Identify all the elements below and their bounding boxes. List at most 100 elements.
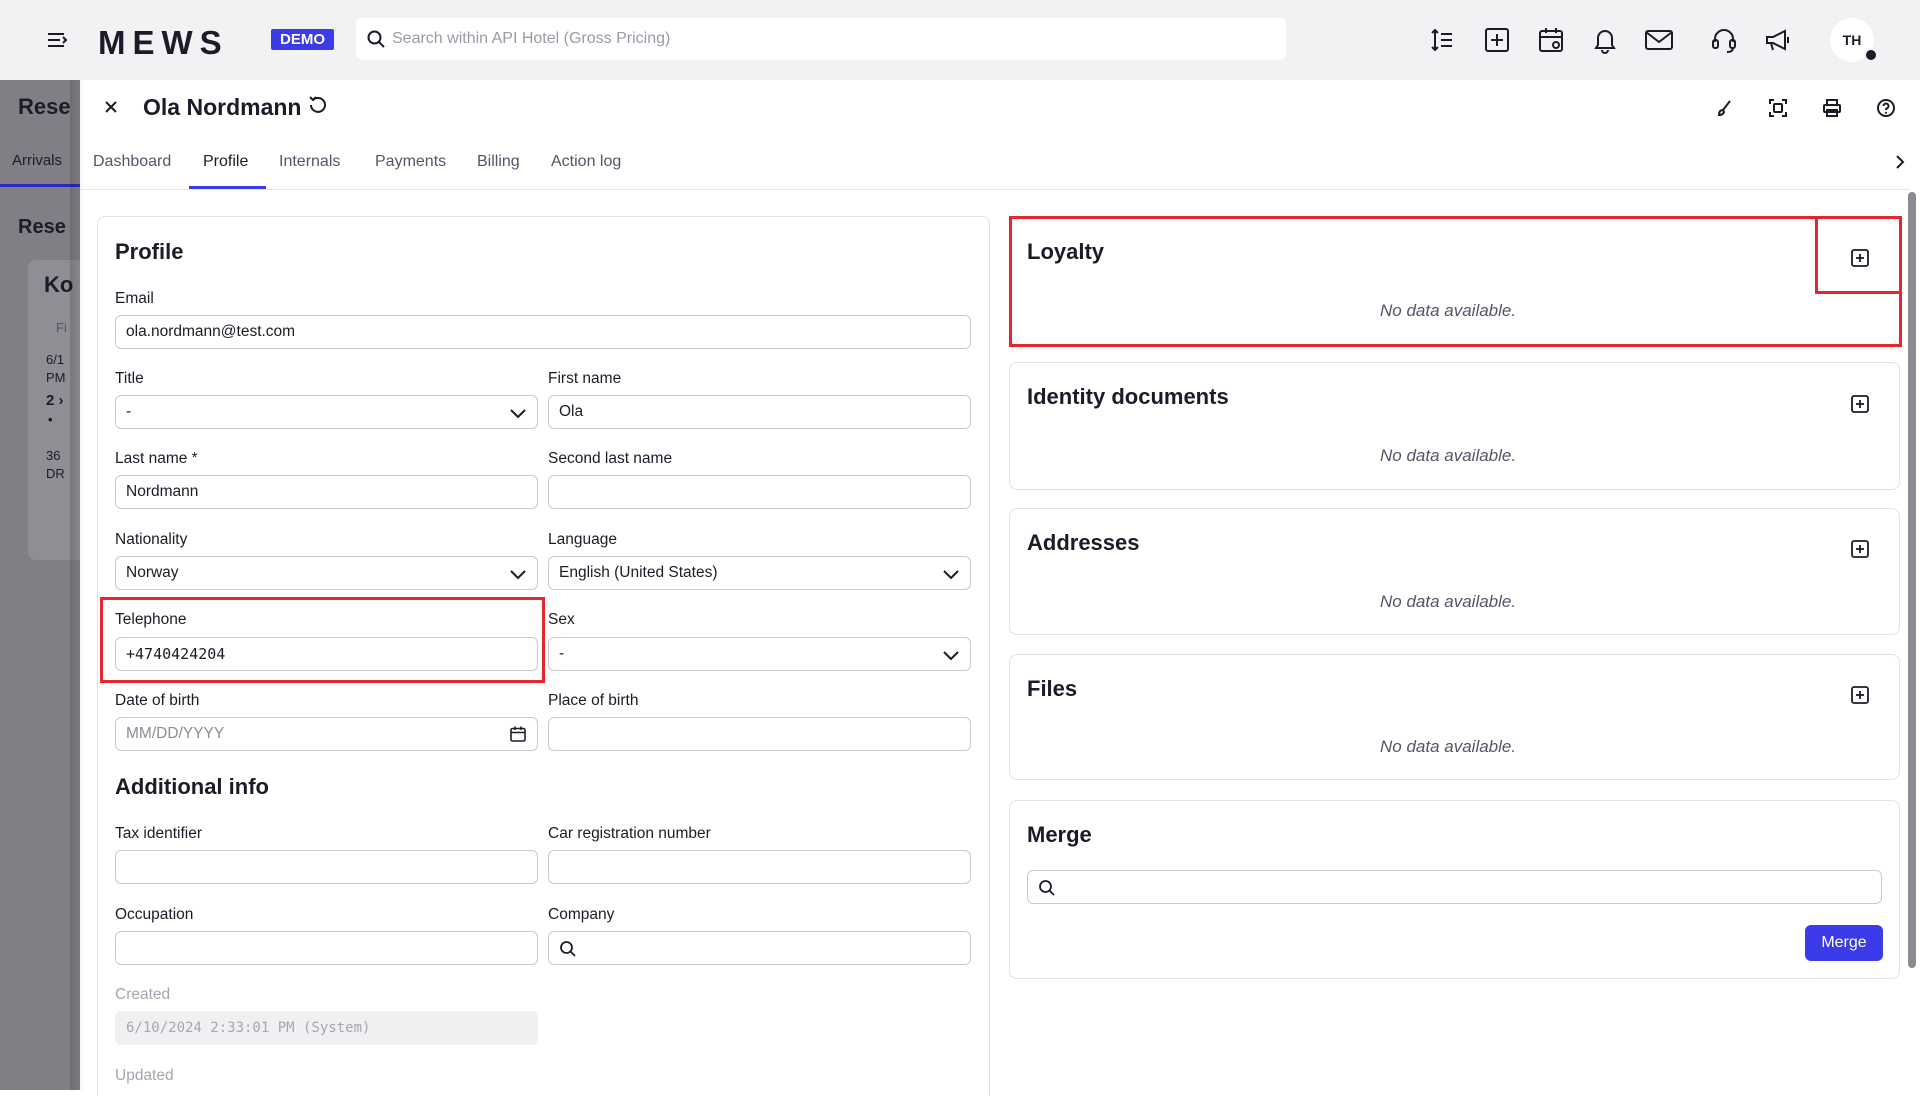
nationality-select-value: Norway [126, 564, 179, 581]
email-label: Email [115, 290, 154, 307]
chevron-down-icon [943, 651, 959, 661]
profile-section-title: Profile [115, 239, 184, 264]
sex-select-value: - [559, 645, 565, 662]
line-spacing-icon[interactable] [1426, 24, 1458, 56]
bg-card-line: 6/1 [46, 352, 65, 367]
tabs-divider [80, 189, 1910, 190]
additional-info-title: Additional info [115, 774, 269, 799]
telephone-field[interactable]: +4740424204 [115, 637, 538, 671]
mail-icon[interactable] [1643, 24, 1675, 56]
bg-card-line: • [48, 412, 53, 427]
first-name-field[interactable]: Ola [548, 395, 971, 429]
calendar-icon[interactable] [1535, 24, 1567, 56]
print-icon[interactable] [1820, 96, 1844, 120]
bg-card-line: 2 › [46, 392, 64, 409]
add-file-icon[interactable] [1850, 685, 1870, 705]
avatar-initials: TH [1842, 32, 1862, 48]
second-last-name-field[interactable] [548, 475, 971, 509]
date-of-birth-field[interactable]: MM/DD/YYYY [115, 717, 538, 751]
loyalty-card [1009, 216, 1900, 345]
panel-shadow [70, 80, 84, 1090]
first-name-label: First name [548, 370, 622, 387]
scan-icon[interactable] [1766, 96, 1790, 120]
bg-card-line: Fi [56, 320, 67, 335]
bg-subtitle: Rese [18, 216, 66, 238]
user-avatar[interactable]: TH [1830, 18, 1878, 62]
language-select-value: English (United States) [559, 564, 718, 581]
sex-label: Sex [548, 611, 575, 628]
identity-no-data: No data available. [1380, 446, 1517, 465]
addresses-card [1009, 508, 1900, 635]
place-of-birth-field[interactable] [548, 717, 971, 751]
car-registration-label: Car registration number [548, 825, 711, 842]
language-label: Language [548, 531, 617, 548]
chevron-down-icon [943, 570, 959, 580]
chevron-right-icon[interactable] [1892, 154, 1908, 170]
sex-select[interactable]: - [548, 637, 971, 671]
nationality-select[interactable]: Norway [115, 556, 538, 590]
title-select-value: - [126, 403, 132, 420]
loyalty-no-data: No data available. [1380, 301, 1517, 320]
car-registration-field[interactable] [548, 850, 971, 884]
close-icon[interactable] [100, 96, 122, 118]
merge-button[interactable]: Merge [1805, 925, 1883, 961]
search-icon [1039, 880, 1055, 896]
addresses-title: Addresses [1027, 530, 1140, 555]
last-name-label: Last name * [115, 450, 198, 467]
updated-label: Updated [115, 1067, 174, 1084]
place-of-birth-label: Place of birth [548, 692, 639, 709]
add-address-icon[interactable] [1850, 539, 1870, 559]
panel-scrollbar[interactable] [1908, 192, 1916, 968]
help-icon[interactable] [1874, 96, 1898, 120]
created-label: Created [115, 986, 171, 1003]
add-box-icon[interactable] [1481, 24, 1513, 56]
date-of-birth-label: Date of birth [115, 692, 200, 709]
tax-identifier-label: Tax identifier [115, 825, 203, 842]
search-input[interactable] [392, 18, 1272, 60]
add-loyalty-icon[interactable] [1850, 248, 1870, 268]
last-name-field[interactable]: Nordmann [115, 475, 538, 509]
files-title: Files [1027, 676, 1078, 701]
tax-identifier-field[interactable] [115, 850, 538, 884]
addresses-no-data: No data available. [1380, 592, 1517, 611]
menu-icon[interactable] [44, 26, 72, 54]
add-identity-document-icon[interactable] [1850, 394, 1870, 414]
bell-icon[interactable] [1589, 24, 1621, 56]
language-select[interactable]: English (United States) [548, 556, 971, 590]
company-search-field[interactable] [548, 931, 971, 965]
brush-icon[interactable] [1712, 96, 1736, 120]
files-no-data: No data available. [1380, 737, 1517, 756]
title-select[interactable]: - [115, 395, 538, 429]
second-last-name-label: Second last name [548, 450, 673, 467]
date-of-birth-placeholder: MM/DD/YYYY [126, 725, 225, 742]
megaphone-icon[interactable] [1762, 24, 1794, 56]
loyalty-title: Loyalty [1027, 239, 1105, 264]
mews-logo[interactable]: MEWS [98, 24, 229, 62]
bg-card-line: 36 [46, 448, 61, 463]
created-value: 6/10/2024 2:33:01 PM (System) [115, 1011, 538, 1045]
merge-title: Merge [1027, 822, 1092, 847]
search-icon [560, 941, 576, 957]
guest-name-title: Ola Nordmann [143, 94, 302, 120]
files-card [1009, 654, 1900, 780]
occupation-field[interactable] [115, 931, 538, 965]
refresh-icon[interactable] [307, 94, 329, 116]
search-icon [367, 30, 385, 48]
background-page: Rese Arrivals Rese Ko Fi 6/1 PM 2 › • 36… [0, 80, 80, 1090]
identity-documents-card [1009, 362, 1900, 490]
bg-card-line: PM [46, 370, 66, 385]
title-label: Title [115, 370, 144, 387]
calendar-icon[interactable] [509, 725, 527, 743]
demo-badge: DEMO [271, 29, 334, 50]
headset-icon[interactable] [1708, 24, 1740, 56]
chevron-down-icon [510, 570, 526, 580]
global-search[interactable] [356, 18, 1286, 60]
nationality-label: Nationality [115, 531, 188, 548]
chevron-down-icon [510, 409, 526, 419]
email-field[interactable]: ola.nordmann@test.com [115, 315, 971, 349]
merge-search-field[interactable] [1027, 870, 1882, 904]
status-dot [1864, 48, 1878, 62]
top-bar: MEWS DEMO TH [0, 0, 1920, 80]
bg-page-title: Rese [18, 94, 71, 119]
bg-tab-underline [0, 184, 80, 187]
